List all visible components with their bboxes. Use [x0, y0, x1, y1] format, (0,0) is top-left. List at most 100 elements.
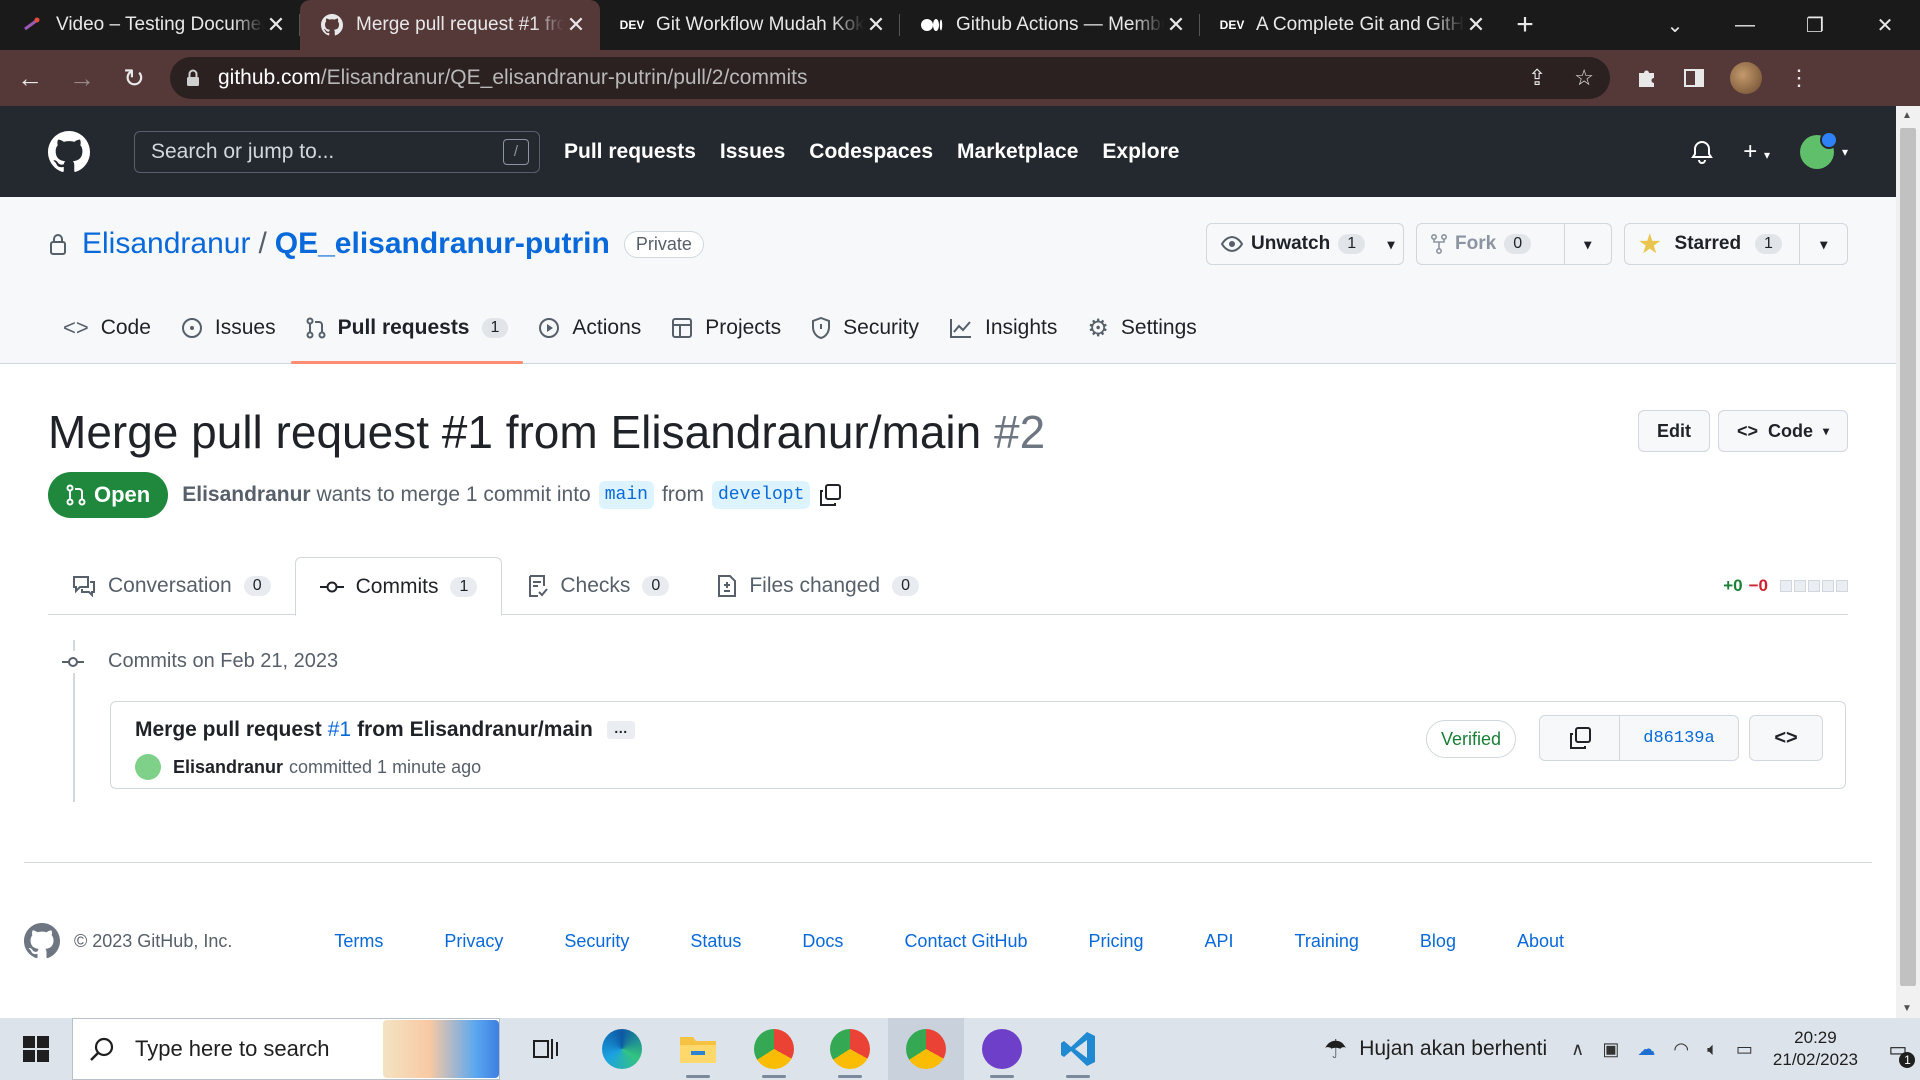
clock[interactable]: 20:29 21/02/2023	[1773, 1027, 1858, 1071]
avatar[interactable]	[135, 754, 161, 780]
tab-insights[interactable]: Insights	[934, 293, 1072, 363]
commit-author-link[interactable]: Elisandranur	[173, 757, 283, 778]
close-tab-icon[interactable]: ✕	[864, 12, 888, 38]
edge-browser-icon[interactable]	[584, 1018, 660, 1080]
forward-arrow-icon[interactable]: →	[60, 56, 104, 100]
profile-avatar[interactable]	[1730, 62, 1762, 94]
side-panel-icon[interactable]	[1684, 68, 1704, 88]
nav-codespaces[interactable]: Codespaces	[809, 140, 933, 164]
chrome-active-icon[interactable]	[888, 1018, 964, 1080]
tab-conversation[interactable]: Conversation 0	[48, 557, 295, 615]
footer-link-status[interactable]: Status	[690, 931, 741, 952]
head-branch-label[interactable]: developt	[711, 481, 811, 509]
nav-issues[interactable]: Issues	[720, 140, 785, 164]
footer-link-blog[interactable]: Blog	[1420, 931, 1456, 952]
bookmark-star-icon[interactable]: ☆	[1574, 65, 1594, 91]
browser-tab[interactable]: Github Actions — Membu ✕	[900, 0, 1200, 50]
nav-explore[interactable]: Explore	[1102, 140, 1179, 164]
tray-app-icon[interactable]: ▣	[1602, 1039, 1619, 1060]
wifi-icon[interactable]: ◠	[1673, 1039, 1689, 1060]
task-view-icon[interactable]	[508, 1018, 584, 1080]
tab-settings[interactable]: ⚙ Settings	[1072, 293, 1211, 363]
new-tab-plus-icon[interactable]: +	[1500, 0, 1550, 50]
close-tab-icon[interactable]: ✕	[1464, 12, 1488, 38]
taskbar-search-input[interactable]: Type here to search	[72, 1018, 500, 1080]
scroll-up-arrow-icon[interactable]: ▲	[1902, 110, 1912, 121]
footer-link-pricing[interactable]: Pricing	[1089, 931, 1144, 952]
share-icon[interactable]: ⇪	[1528, 65, 1546, 91]
tab-code[interactable]: <> Code	[48, 293, 166, 363]
code-dropdown-button[interactable]: <> Code ▾	[1717, 410, 1848, 452]
tab-actions[interactable]: Actions	[523, 293, 656, 363]
vscode-icon[interactable]	[1040, 1018, 1116, 1080]
close-tab-icon[interactable]: ✕	[1164, 12, 1188, 38]
watch-dropdown-caret-icon[interactable]: ▾	[1379, 224, 1403, 264]
user-menu[interactable]: ▾	[1799, 130, 1848, 169]
browser-tab[interactable]: DEV A Complete Git and GitH ✕	[1200, 0, 1500, 50]
verified-badge[interactable]: Verified	[1426, 720, 1517, 758]
tab-security[interactable]: Security	[796, 293, 934, 363]
github-logo-icon[interactable]	[48, 130, 90, 173]
copy-icon[interactable]	[818, 483, 842, 507]
vertical-scrollbar[interactable]: ▲ ▼	[1896, 106, 1920, 1018]
copy-sha-icon[interactable]	[1540, 716, 1620, 760]
extensions-puzzle-icon[interactable]	[1636, 67, 1658, 89]
address-bar[interactable]: github.com/Elisandranur/QE_elisandranur-…	[170, 57, 1610, 99]
watch-button[interactable]: Unwatch 1 ▾	[1206, 223, 1404, 265]
commit-message[interactable]: Merge pull request #1 from Elisandranur/…	[135, 718, 635, 742]
windows-start-icon[interactable]	[0, 1018, 72, 1080]
repo-name-link[interactable]: QE_elisandranur-putrin	[275, 227, 610, 261]
edit-button[interactable]: Edit	[1637, 410, 1710, 452]
volume-icon[interactable]: 🔈︎	[1707, 1039, 1718, 1060]
nav-marketplace[interactable]: Marketplace	[957, 140, 1078, 164]
browser-tab-active[interactable]: Merge pull request #1 fro ✕	[300, 0, 600, 50]
file-explorer-icon[interactable]	[660, 1018, 736, 1080]
close-tab-icon[interactable]: ✕	[564, 12, 588, 38]
footer-link-terms[interactable]: Terms	[334, 931, 383, 952]
footer-link-docs[interactable]: Docs	[802, 931, 843, 952]
expand-ellipsis-button[interactable]: …	[606, 721, 635, 739]
restore-icon[interactable]: ❐	[1780, 0, 1850, 50]
tab-projects[interactable]: Projects	[656, 293, 796, 363]
kebab-menu-icon[interactable]: ⋮	[1788, 65, 1810, 91]
footer-link-privacy[interactable]: Privacy	[444, 931, 503, 952]
weather-widget[interactable]: ☂ Hujan akan berhenti	[1324, 1034, 1547, 1065]
notification-center-icon[interactable]: ▭ 1	[1876, 1037, 1920, 1068]
footer-link-about[interactable]: About	[1517, 931, 1564, 952]
nav-pull-requests[interactable]: Pull requests	[564, 140, 696, 164]
tab-pull-requests[interactable]: Pull requests 1	[290, 293, 524, 364]
github-mark-icon[interactable]	[24, 923, 60, 959]
show-hidden-chevron-icon[interactable]: ∧	[1571, 1039, 1584, 1060]
close-tab-icon[interactable]: ✕	[264, 12, 288, 38]
chrome-profile-1-icon[interactable]	[736, 1018, 812, 1080]
close-window-icon[interactable]: ✕	[1850, 0, 1920, 50]
tab-commits[interactable]: Commits 1	[294, 557, 503, 616]
onedrive-cloud-icon[interactable]: ☁	[1637, 1039, 1655, 1060]
footer-link-security[interactable]: Security	[564, 931, 629, 952]
base-branch-label[interactable]: main	[598, 481, 654, 509]
star-dropdown-caret-icon[interactable]: ▾	[1799, 224, 1847, 264]
chrome-profile-2-icon[interactable]	[812, 1018, 888, 1080]
back-arrow-icon[interactable]: ←	[8, 56, 52, 100]
scroll-down-arrow-icon[interactable]: ▼	[1902, 1003, 1912, 1014]
search-input[interactable]: Search or jump to... /	[134, 130, 540, 173]
tab-files-changed[interactable]: Files changed 0	[693, 557, 943, 615]
battery-icon[interactable]: ▭	[1736, 1039, 1753, 1060]
reload-icon[interactable]: ↻	[112, 56, 156, 100]
footer-link-api[interactable]: API	[1205, 931, 1234, 952]
scrollbar-thumb[interactable]	[1900, 128, 1916, 986]
fork-button[interactable]: Fork 0 ▾	[1416, 223, 1612, 265]
tab-issues[interactable]: Issues	[166, 293, 291, 363]
minimize-icon[interactable]: —	[1710, 0, 1780, 50]
footer-link-training[interactable]: Training	[1295, 931, 1359, 952]
pr-author-link[interactable]: Elisandranur	[182, 483, 310, 507]
browser-tab[interactable]: Video – Testing Documen ✕	[0, 0, 300, 50]
footer-link-contact[interactable]: Contact GitHub	[904, 931, 1027, 952]
commit-sha-link[interactable]: d86139a	[1620, 716, 1738, 760]
repo-owner-link[interactable]: Elisandranur	[82, 227, 250, 261]
tab-search-chevron-icon[interactable]: ⌄	[1640, 0, 1710, 50]
create-new-plus-icon[interactable]: + ▾	[1743, 138, 1770, 166]
fork-dropdown-caret-icon[interactable]: ▾	[1563, 224, 1611, 264]
star-button[interactable]: ★ Starred 1 ▾	[1624, 223, 1848, 265]
tab-checks[interactable]: Checks 0	[502, 557, 693, 615]
